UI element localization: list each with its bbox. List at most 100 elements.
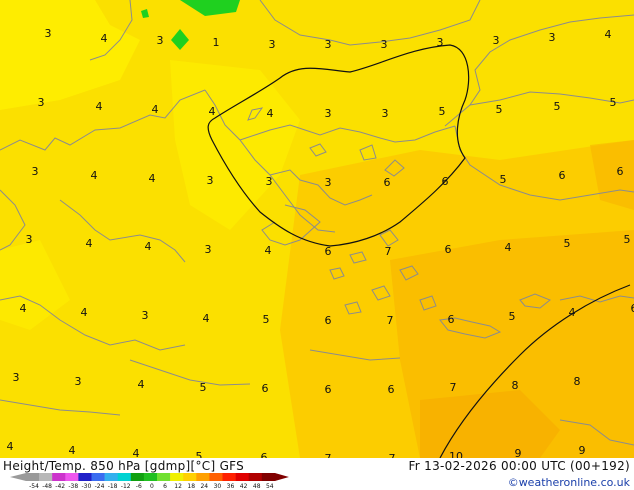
scale-swatch [183, 473, 197, 481]
scale-swatch [143, 473, 158, 481]
map-value-label: 3 [382, 107, 389, 120]
map-value-label: 5 [610, 96, 617, 109]
map-value-label: 8 [574, 375, 581, 388]
scale-swatch [261, 473, 276, 481]
scale-right-arrow [274, 473, 289, 481]
map-value-label: 9 [579, 444, 586, 457]
scale-swatch [104, 473, 118, 481]
map-value-label: 4 [138, 378, 145, 391]
scale-tick-label: -18 [108, 483, 118, 490]
map-value-label: 4 [133, 447, 140, 458]
scale-tick-label: 18 [187, 483, 195, 490]
map-value-label: 4 [101, 32, 108, 45]
map-value-label: 4 [7, 440, 14, 453]
map-value-label: 5 [496, 103, 503, 116]
scale-left-arrow [10, 473, 26, 481]
scale-swatch [39, 473, 53, 481]
map-value-label: 5 [624, 233, 631, 246]
scale-tick-label: 12 [174, 483, 182, 490]
scale-swatch [117, 473, 132, 481]
scale-tick-label: -30 [81, 483, 91, 490]
map-value-label: 3 [45, 27, 52, 40]
map-value-label: 1 [213, 36, 220, 49]
map-value-label: 9 [515, 447, 522, 458]
map-value-label: 10 [449, 450, 463, 458]
scale-tick-label: -38 [68, 483, 78, 490]
map-value-label: 4 [605, 28, 612, 41]
forecast-datetime: Fr 13-02-2026 00:00 UTC (00+192) [408, 459, 630, 473]
scale-tick-label: -42 [55, 483, 65, 490]
map-value-label: 3 [75, 375, 82, 388]
scale-tick-label: 6 [163, 483, 167, 490]
scale-swatch [196, 473, 210, 481]
map-value-label: 5 [196, 450, 203, 458]
map-value-label: 3 [266, 175, 273, 188]
map-value-label: 3 [325, 38, 332, 51]
scale-tick-label: -54 [29, 483, 39, 490]
map-value-label: 4 [152, 103, 159, 116]
map-value-label: 3 [549, 31, 556, 44]
scale-swatch [26, 473, 40, 481]
site-credit: ©weatheronline.co.uk [507, 476, 630, 489]
map-value-label: 3 [207, 174, 214, 187]
map-value-label: 5 [500, 173, 507, 186]
map-value-label: 6 [631, 302, 634, 315]
scale-tick-label: 24 [200, 483, 208, 490]
map-value-label: 3 [493, 34, 500, 47]
scale-swatch [52, 473, 66, 481]
map-value-label: 6 [617, 165, 624, 178]
scale-swatch [157, 473, 171, 481]
map-value-label: 5 [200, 381, 207, 394]
map-value-label: 4 [505, 241, 512, 254]
scale-tick-label: -24 [95, 483, 105, 490]
scale-swatch [130, 473, 145, 481]
scale-swatch [78, 473, 92, 481]
map-value-label: 6 [325, 314, 332, 327]
color-scale: -54 -48 -42 -38 -30 -24 -18 -12 -6 0 6 12 18 24 30 36 42… [10, 473, 289, 490]
map-value-label: 7 [385, 245, 392, 258]
map-value-label: 6 [445, 243, 452, 256]
map-value-label: 4 [145, 240, 152, 253]
scale-swatch [170, 473, 184, 481]
map-value-label: 6 [448, 313, 455, 326]
map-value-label: 6 [559, 169, 566, 182]
map-value-label: 3 [325, 107, 332, 120]
map-value-label: 6 [325, 245, 332, 258]
map-value-label: 8 [512, 379, 519, 392]
map-value-label: 3 [142, 309, 149, 322]
map-value-label: 4 [69, 444, 76, 457]
map-value-label: 5 [263, 313, 270, 326]
map-value-label: 3 [205, 243, 212, 256]
map-value-label: 4 [86, 237, 93, 250]
map-value-label: 3 [269, 38, 276, 51]
scale-swatch [65, 473, 79, 481]
map-value-label: 4 [91, 169, 98, 182]
map-value-label: 3 [437, 36, 444, 49]
map-value-label: 6 [262, 382, 269, 395]
map-value-label: 7 [450, 381, 457, 394]
scale-tick-label: 36 [227, 483, 235, 490]
map-value-label: 6 [261, 451, 268, 458]
scale-swatch [235, 473, 249, 481]
temperature-map: 3 4 3 1 3 3 3 3 3 3 4 3 4 4 4 4 3 3 5 5 5 5 3 4 4 3 3 3 6 6 5 6 6 3 4 4 3 4 6 7… [0, 0, 634, 458]
map-value-label: 5 [564, 237, 571, 250]
map-value-label: 4 [203, 312, 210, 325]
map-value-label: 3 [157, 34, 164, 47]
scale-tick-label: -48 [42, 483, 52, 490]
map-value-label: 5 [554, 100, 561, 113]
scale-tick-label: -6 [136, 483, 142, 490]
scale-swatch [209, 473, 223, 481]
map-value-label: 4 [265, 244, 272, 257]
scale-swatch [248, 473, 263, 481]
map-value-label: 4 [149, 172, 156, 185]
map-value-label: 4 [209, 105, 216, 118]
map-value-label: 4 [569, 306, 576, 319]
map-value-label: 6 [325, 383, 332, 396]
scale-tick-label: -12 [121, 483, 131, 490]
scale-swatch [222, 473, 236, 481]
scale-tick-label: 42 [240, 483, 248, 490]
scale-tick-label: 54 [266, 483, 274, 490]
map-value-label: 6 [442, 175, 449, 188]
scale-tick-label: 48 [253, 483, 261, 490]
map-value-label: 3 [32, 165, 39, 178]
